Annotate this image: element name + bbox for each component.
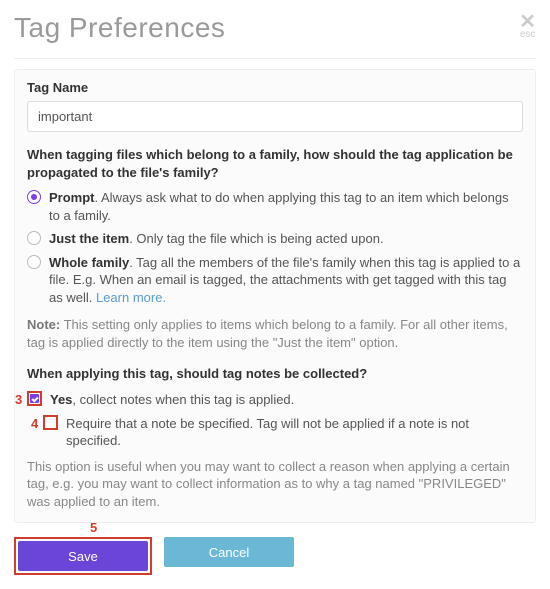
dialog-title: Tag Preferences [14, 12, 519, 44]
checkbox-require-note[interactable]: 4 Require that a note be specified. Tag … [43, 415, 523, 450]
radio-icon [27, 255, 41, 269]
button-row: 5 Save Cancel [14, 537, 536, 575]
propagation-question: When tagging files which belong to a fam… [27, 146, 523, 181]
divider [14, 58, 536, 59]
esc-label: esc [519, 30, 536, 40]
tag-name-input[interactable] [27, 101, 523, 132]
annotation-3: 3 [15, 391, 22, 409]
checkbox-collect-notes[interactable]: 3 Yes, collect notes when this tag is ap… [27, 391, 523, 409]
annotation-5: 5 [90, 520, 97, 535]
radio-icon [27, 190, 41, 204]
tag-name-label: Tag Name [27, 80, 523, 95]
notes-help-text: This option is useful when you may want … [27, 458, 523, 511]
checkbox-icon [43, 415, 58, 430]
cancel-button[interactable]: Cancel [164, 537, 294, 567]
checkbox-icon [27, 391, 42, 406]
close-button[interactable]: ✕ esc [519, 12, 536, 40]
notes-question: When applying this tag, should tag notes… [27, 365, 523, 383]
radio-just-the-item[interactable]: Just the item. Only tag the file which i… [27, 230, 523, 248]
annotation-4: 4 [31, 415, 38, 433]
learn-more-link[interactable]: Learn more. [96, 290, 166, 305]
radio-whole-family[interactable]: Whole family. Tag all the members of the… [27, 254, 523, 307]
propagation-note: Note: This setting only applies to items… [27, 316, 523, 351]
form-panel: Tag Name When tagging files which belong… [14, 69, 536, 523]
save-button-highlight: Save [14, 537, 152, 575]
radio-prompt[interactable]: Prompt. Always ask what to do when apply… [27, 189, 523, 224]
tag-preferences-dialog: Tag Preferences ✕ esc Tag Name When tagg… [0, 0, 550, 589]
save-button[interactable]: Save [18, 541, 148, 571]
radio-icon [27, 231, 41, 245]
